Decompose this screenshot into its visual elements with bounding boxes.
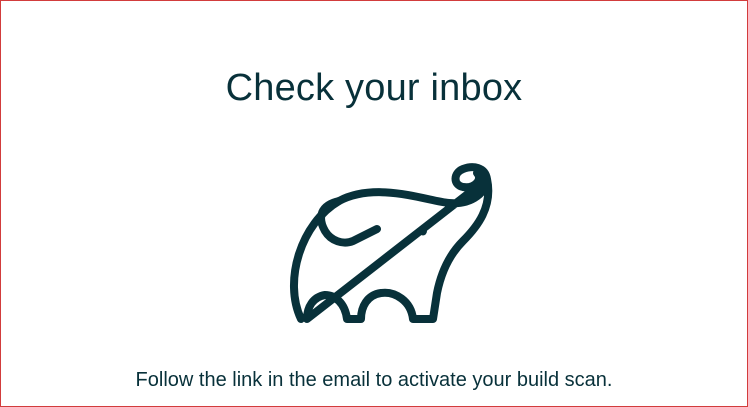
gradle-elephant-icon xyxy=(290,163,493,323)
page-title: Check your inbox xyxy=(225,67,523,109)
activation-message: Follow the link in the email to activate… xyxy=(135,369,613,391)
email-confirmation-panel: Check your inbox Follow the link in the … xyxy=(0,0,748,407)
